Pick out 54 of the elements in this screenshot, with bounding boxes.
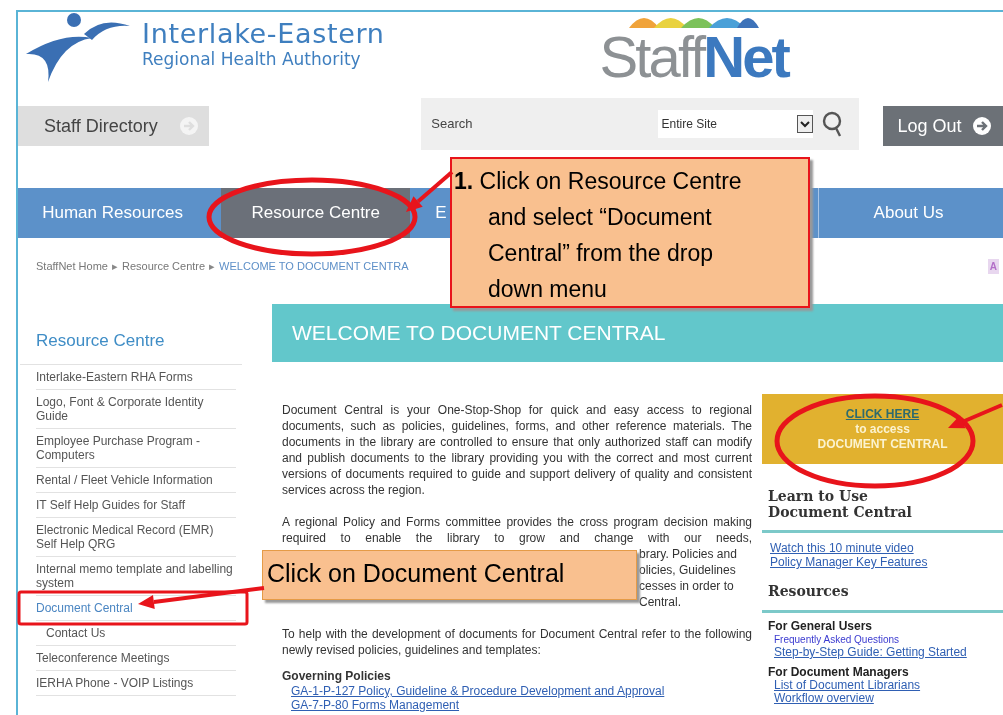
paragraph-fragment: olicies, Guidelines xyxy=(639,562,737,578)
group-title: For General Users xyxy=(768,620,874,633)
group-title: For Document Managers xyxy=(768,666,910,679)
paragraph-fragment: brary. Policies and xyxy=(639,546,738,562)
resource-link[interactable]: Workflow overview xyxy=(768,692,1003,705)
pointer-arrow xyxy=(948,403,1003,429)
access-text: to access xyxy=(855,421,910,437)
sidebar-item[interactable]: Rental / Fleet Vehicle Information xyxy=(36,467,236,493)
help-paragraph: To help with the development of documents for Document Central refer to the following newly revised policies, guidelines and templates: xyxy=(282,626,752,658)
sidebar-item[interactable]: IERHA Phone - VOIP Listings xyxy=(36,670,236,696)
intro-paragraph: Document Central is your One-Stop-Shop for quick and easy access to regional documents, such as policies, guidelines, forms, and other reference materials. The documents in the library are controlled to ensure that only authorized staff can modify and publish documents to the library providing you with the correct and most current versions of documents required to guide and support delivery of quality and consistent services across the region. xyxy=(282,402,752,498)
logout-button[interactable]: Log Out xyxy=(883,106,1003,146)
sidebar-item[interactable]: IT Self Help Guides for Staff xyxy=(36,492,236,518)
staff-directory-button[interactable]: Staff Directory xyxy=(18,106,210,146)
nav-tab[interactable]: E xyxy=(420,188,451,238)
scope-select[interactable]: Entire Site xyxy=(657,110,813,138)
sidebar-title: Resource Centre xyxy=(35,330,166,352)
resource-link[interactable]: List of Document Librarians xyxy=(768,679,1003,692)
breadcrumb-link[interactable]: StaffNet Home xyxy=(36,257,108,275)
nav-tab[interactable]: About Us xyxy=(818,188,1003,238)
page-banner: WELCOME TO DOCUMENT CENTRAL xyxy=(272,304,1003,362)
resource-link[interactable]: Frequently Asked Questions xyxy=(768,633,1003,646)
paragraph-fragment: cesses in order to xyxy=(639,578,735,594)
sidebar-item[interactable]: Internal memo template and labelling system xyxy=(36,556,236,596)
sidebar-item[interactable]: Interlake-Eastern RHA Forms xyxy=(36,364,236,390)
search-label: Search xyxy=(431,115,473,134)
staffnet-logo: StaffNet xyxy=(599,28,789,86)
policy-link[interactable]: GA-1-P-127 Policy, Guideline & Procedure Development and Approval xyxy=(291,684,752,698)
sidebar-item[interactable]: Logo, Font & Corporate Identity Guide xyxy=(36,389,236,429)
learn-title: Learn to Use Document Central xyxy=(767,488,912,520)
breadcrumb-separator-icon: ▸ xyxy=(209,257,216,275)
nav-tab[interactable]: Human Resources xyxy=(18,188,208,238)
governing-title: Governing Policies xyxy=(282,668,392,684)
callout: 1. Click on Resource Centre and select “Document Central” from the drop down menu xyxy=(450,157,810,308)
dropdown-icon xyxy=(796,115,813,133)
access-text: DOCUMENT CENTRAL xyxy=(817,436,948,452)
paragraph-fragment: Central. xyxy=(639,594,683,610)
sidebar-item[interactable]: Contact Us xyxy=(36,620,236,646)
nav-tab[interactable]: Resource Centre xyxy=(221,188,411,238)
policy-link[interactable]: GA-7-P-80 Forms Management xyxy=(291,698,752,712)
sidebar-item[interactable]: Electronic Medical Record (EMR) Self Help QRG xyxy=(36,517,236,557)
sidebar-item[interactable]: Employee Purchase Program - Computers xyxy=(36,428,236,468)
learn-link[interactable]: Watch this 10 minute video xyxy=(770,541,1003,555)
org-name: Interlake-Eastern xyxy=(142,20,385,48)
resource-link[interactable]: Step-by-Step Guide: Getting Started xyxy=(768,646,1003,659)
learn-link[interactable]: Policy Manager Key Features xyxy=(770,555,1003,569)
breadcrumb-link[interactable]: WELCOME TO DOCUMENT CENTRA xyxy=(219,257,409,275)
sidebar-item[interactable]: Teleconference Meetings xyxy=(36,645,236,671)
callout: Click on Document Central xyxy=(262,550,637,600)
resources-title: Resources xyxy=(767,582,850,601)
breadcrumb-link[interactable]: Resource Centre xyxy=(121,257,206,275)
rainbow-arcs-icon xyxy=(628,18,759,28)
org-subtitle: Regional Health Authority xyxy=(142,48,362,70)
breadcrumb-separator-icon: ▸ xyxy=(111,257,118,275)
